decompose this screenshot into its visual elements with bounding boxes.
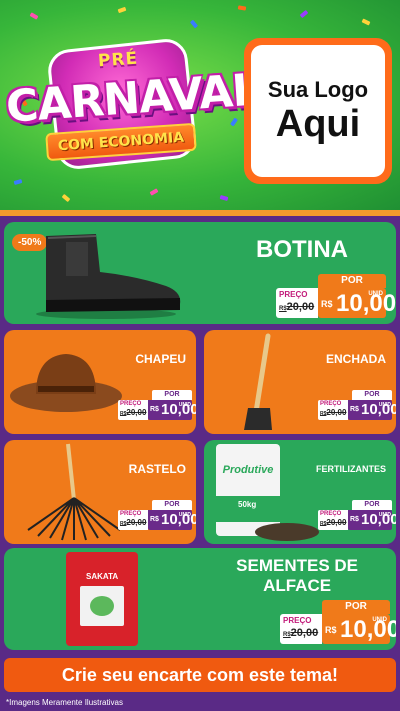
price-tag: POR PREÇO R$20,00 R$ 10,00 UNID <box>118 500 196 532</box>
product-name-line1: SEMENTES DE <box>236 556 358 575</box>
currency: R$ <box>150 406 159 413</box>
boot-image <box>36 234 181 319</box>
old-price: R$20,00 <box>320 408 347 417</box>
logo-pre-text: PRÉ <box>97 48 139 72</box>
confetti <box>361 18 371 26</box>
logo-subtitle: COM ECONOMIA <box>57 129 185 155</box>
product-card-chapeu[interactable]: CHAPEU POR PREÇO R$20,00 R$ 10,00 UNID <box>4 330 196 434</box>
unit: UNID <box>372 617 387 623</box>
old-price: R$20,00 <box>120 518 147 527</box>
currency: R$ <box>350 516 359 523</box>
new-price-box: R$ 10,00 UNID <box>148 400 196 420</box>
old-price: R$20,00 <box>279 301 315 313</box>
price-tag: POR PREÇO R$20,00 R$ 10,00 UNID <box>118 390 196 422</box>
unit: UNID <box>378 512 391 518</box>
bag-brand: Produtive <box>222 464 274 476</box>
price: 10,00 <box>336 290 396 317</box>
new-price-box: R$ 10,00 UNID <box>348 400 396 420</box>
confetti <box>299 9 309 19</box>
product-name-line2: ALFACE <box>263 576 332 595</box>
product-name: BOTINA <box>256 236 348 263</box>
logo-placeholder-inner: Sua Logo Aqui <box>251 45 385 177</box>
old-price-box: PREÇO R$20,00 <box>118 400 148 420</box>
old-price-box: PREÇO R$20,00 <box>318 400 348 420</box>
price-preco-label: PREÇO <box>320 511 342 517</box>
currency: R$ <box>321 299 333 309</box>
logo-placeholder-line2: Aqui <box>275 103 361 145</box>
packet-brand: SAKATA <box>86 572 119 581</box>
new-price-box: R$ 10,00 UNID <box>148 510 196 530</box>
unit: UNID <box>368 291 383 297</box>
price-por-label: POR <box>152 390 192 400</box>
cta-button[interactable]: Crie seu encarte com este tema! <box>4 658 396 692</box>
new-price-box: R$ 10,00 UNID <box>348 510 396 530</box>
hoe-image <box>244 333 272 430</box>
product-card-enchada[interactable]: ENCHADA POR PREÇO R$20,00 R$ 10,00 UNID <box>204 330 396 434</box>
confetti <box>189 19 199 29</box>
confetti <box>61 193 71 203</box>
price-preco-label: PREÇO <box>120 511 142 517</box>
disclaimer: *Imagens Meramente Ilustrativas <box>6 698 123 707</box>
confetti <box>219 195 229 201</box>
currency: R$ <box>350 406 359 413</box>
hat-image <box>10 354 122 412</box>
bag-weight: 50kg <box>238 500 257 509</box>
unit: UNID <box>378 402 391 408</box>
new-price-box: R$ 10,00 UNID <box>318 288 396 318</box>
confetti <box>149 188 159 196</box>
seed-packet-image: SAKATA <box>66 552 138 646</box>
confetti <box>117 6 127 14</box>
soil-image <box>255 523 319 541</box>
currency: R$ <box>150 516 159 523</box>
unit: UNID <box>178 402 191 408</box>
old-price-box: PREÇO R$20,00 <box>118 510 148 530</box>
old-price-box: PREÇO R$20,00 <box>280 614 322 644</box>
price-preco-label: PREÇO <box>120 401 142 407</box>
price-tag: POR PREÇO R$20,00 R$ 10,00 UNID <box>318 390 396 422</box>
logo-title: CARNAVAL <box>4 64 261 133</box>
product-name: RASTELO <box>128 462 186 476</box>
price-preco-label: PREÇO <box>320 401 342 407</box>
old-price: R$20,00 <box>283 627 319 639</box>
old-price: R$20,00 <box>120 408 147 417</box>
product-name: ENCHADA <box>326 352 386 366</box>
old-price: R$20,00 <box>320 518 347 527</box>
price-por-label: POR <box>318 274 386 288</box>
logo-placeholder-line1: Sua Logo <box>267 77 369 102</box>
price-tag: POR PREÇO R$20,00 R$ 10,00 UNID <box>318 500 396 532</box>
price-por-label: POR <box>352 390 392 400</box>
header-banner: PRÉ CARNAVAL COM ECONOMIA Sua Logo Aqui <box>0 0 400 212</box>
product-card-rastelo[interactable]: RASTELO POR PREÇO R$20,00 R$ 10,00 UNID <box>4 440 196 544</box>
confetti <box>237 5 247 11</box>
product-card-fertilizantes[interactable]: Produtive 50kg FERTILIZANTES POR PREÇO R… <box>204 440 396 544</box>
new-price-box: R$ 10,00 UNID <box>322 614 396 644</box>
old-price-box: PREÇO R$20,00 <box>318 510 348 530</box>
product-card-botina[interactable]: -50% BOTINA POR PREÇO R$20,00 R$ 10,00 U… <box>4 222 396 324</box>
unit: UNID <box>178 512 191 518</box>
price-tag: POR PREÇO R$20,00 R$ 10,00 UNID <box>276 274 396 318</box>
product-name: FERTILIZANTES <box>316 464 386 474</box>
confetti <box>29 12 39 20</box>
currency: R$ <box>325 625 337 635</box>
price-preco-label: PREÇO <box>283 616 312 625</box>
rake-image <box>27 443 121 541</box>
old-price-box: PREÇO R$20,00 <box>276 288 318 318</box>
price-tag: POR PREÇO R$20,00 R$ 10,00 UNID <box>280 600 396 644</box>
carnaval-logo: PRÉ CARNAVAL COM ECONOMIA <box>4 34 261 184</box>
price-por-label: POR <box>322 600 390 614</box>
product-name: SEMENTES DE ALFACE <box>236 556 358 596</box>
product-card-sementes-alface[interactable]: SAKATA SEMENTES DE ALFACE POR PREÇO R$20… <box>4 548 396 650</box>
header-divider <box>0 210 400 216</box>
price-por-label: POR <box>152 500 192 510</box>
price-por-label: POR <box>352 500 392 510</box>
product-name: CHAPEU <box>135 352 186 366</box>
price: 10,00 <box>340 616 396 643</box>
price-preco-label: PREÇO <box>279 290 308 299</box>
your-logo-placeholder[interactable]: Sua Logo Aqui <box>244 38 392 184</box>
lettuce-icon <box>90 596 114 616</box>
